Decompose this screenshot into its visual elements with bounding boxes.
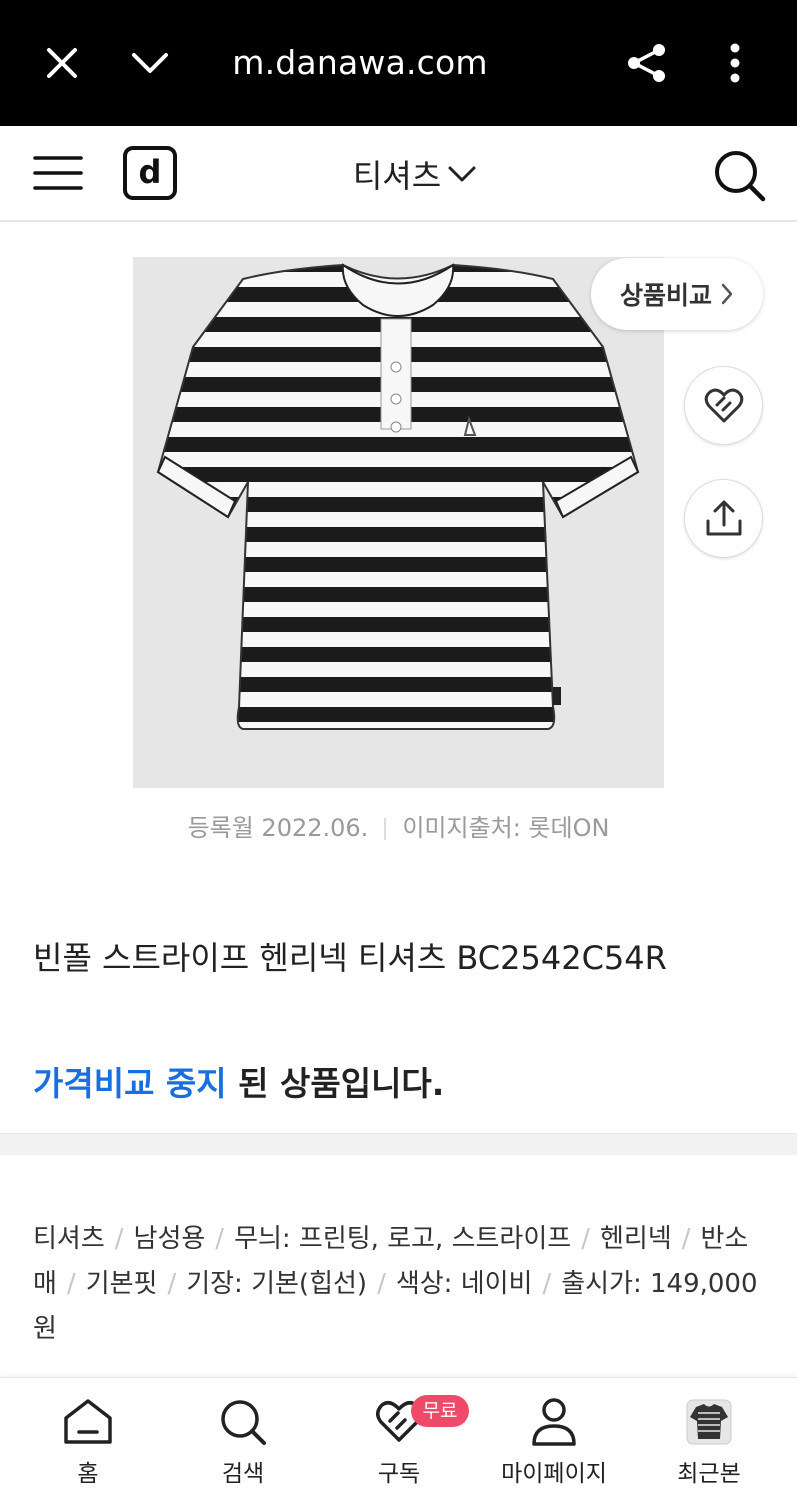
product-image[interactable] bbox=[133, 257, 664, 788]
nav-search-label: 검색 bbox=[221, 1461, 265, 1487]
notice-rest: 된 상품입니다. bbox=[226, 1064, 445, 1103]
spec-item[interactable]: 남성용 bbox=[134, 1224, 206, 1254]
striped-tshirt-image bbox=[133, 257, 664, 788]
search-icon bbox=[215, 1394, 271, 1450]
share-icon[interactable] bbox=[624, 40, 670, 86]
bottom-navigation: 홈 검색 무료 구독 마이페이지 최근본 bbox=[0, 1377, 797, 1500]
nav-home-label: 홈 bbox=[77, 1461, 99, 1487]
danawa-logo[interactable]: d bbox=[123, 146, 177, 200]
menu-icon[interactable] bbox=[33, 153, 83, 193]
spec-item[interactable]: 무늬: 프린팅, 로고, 스트라이프 bbox=[234, 1224, 571, 1254]
nav-recent[interactable]: 최근본 bbox=[629, 1378, 789, 1500]
nav-mypage-label: 마이페이지 bbox=[501, 1461, 607, 1487]
chevron-down-icon bbox=[448, 166, 476, 182]
spec-item[interactable]: 헨리넥 bbox=[600, 1224, 672, 1254]
divider bbox=[384, 818, 387, 840]
spec-list: 티셔츠 / 남성용 / 무늬: 프린팅, 로고, 스트라이프 / 헨리넥 / 반소매 / 기본핏 / 기… bbox=[33, 1224, 758, 1344]
compare-button[interactable]: 상품비교 bbox=[591, 258, 763, 330]
nav-home[interactable]: 홈 bbox=[8, 1378, 168, 1500]
free-badge: 무료 bbox=[411, 1395, 469, 1427]
nav-subscribe-label: 구독 bbox=[377, 1461, 421, 1487]
close-icon[interactable] bbox=[39, 40, 85, 86]
price-notice: 가격비교 중지 된 상품입니다. bbox=[33, 1057, 444, 1105]
image-date: 등록월 2022.06. bbox=[187, 814, 369, 842]
share-button[interactable] bbox=[684, 479, 763, 558]
nav-search[interactable]: 검색 bbox=[163, 1378, 323, 1500]
browser-toolbar: m.danawa.com bbox=[0, 0, 797, 126]
search-icon[interactable] bbox=[712, 148, 766, 202]
recent-thumbnail bbox=[681, 1394, 737, 1450]
url-text[interactable]: m.danawa.com bbox=[200, 40, 520, 86]
spec-item[interactable]: 티셔츠 bbox=[33, 1224, 105, 1254]
upload-share-icon bbox=[706, 500, 741, 535]
product-title: 빈폴 스트라이프 헨리넥 티셔츠 BC2542C54R bbox=[33, 939, 667, 977]
image-meta: 등록월 2022.06. 이미지출처: 롯데ON bbox=[0, 808, 797, 843]
heart-icon bbox=[704, 388, 743, 422]
wishlist-button[interactable] bbox=[684, 366, 763, 445]
chevron-right-icon bbox=[721, 283, 733, 305]
nav-recent-label: 최근본 bbox=[677, 1461, 741, 1487]
user-icon bbox=[526, 1394, 582, 1450]
nav-subscribe[interactable]: 무료 구독 bbox=[319, 1378, 479, 1500]
app-header: d 티셔츠 bbox=[0, 126, 797, 222]
compare-label: 상품비교 bbox=[619, 281, 712, 310]
notice-highlight: 가격비교 중지 bbox=[33, 1064, 227, 1103]
nav-mypage[interactable]: 마이페이지 bbox=[474, 1378, 634, 1500]
image-source: 이미지출처: 롯데ON bbox=[402, 814, 610, 842]
spec-item[interactable]: 색상: 네이비 bbox=[396, 1269, 533, 1299]
category-label: 티셔츠 bbox=[352, 157, 442, 195]
more-vertical-icon[interactable] bbox=[712, 40, 758, 86]
section-divider bbox=[0, 1133, 797, 1155]
chevron-down-icon[interactable] bbox=[127, 40, 173, 86]
category-dropdown[interactable]: 티셔츠 bbox=[330, 152, 500, 196]
spec-item[interactable]: 기본핏 bbox=[86, 1269, 158, 1299]
spec-item[interactable]: 기장: 기본(힙선) bbox=[186, 1269, 367, 1299]
home-icon bbox=[60, 1394, 116, 1450]
